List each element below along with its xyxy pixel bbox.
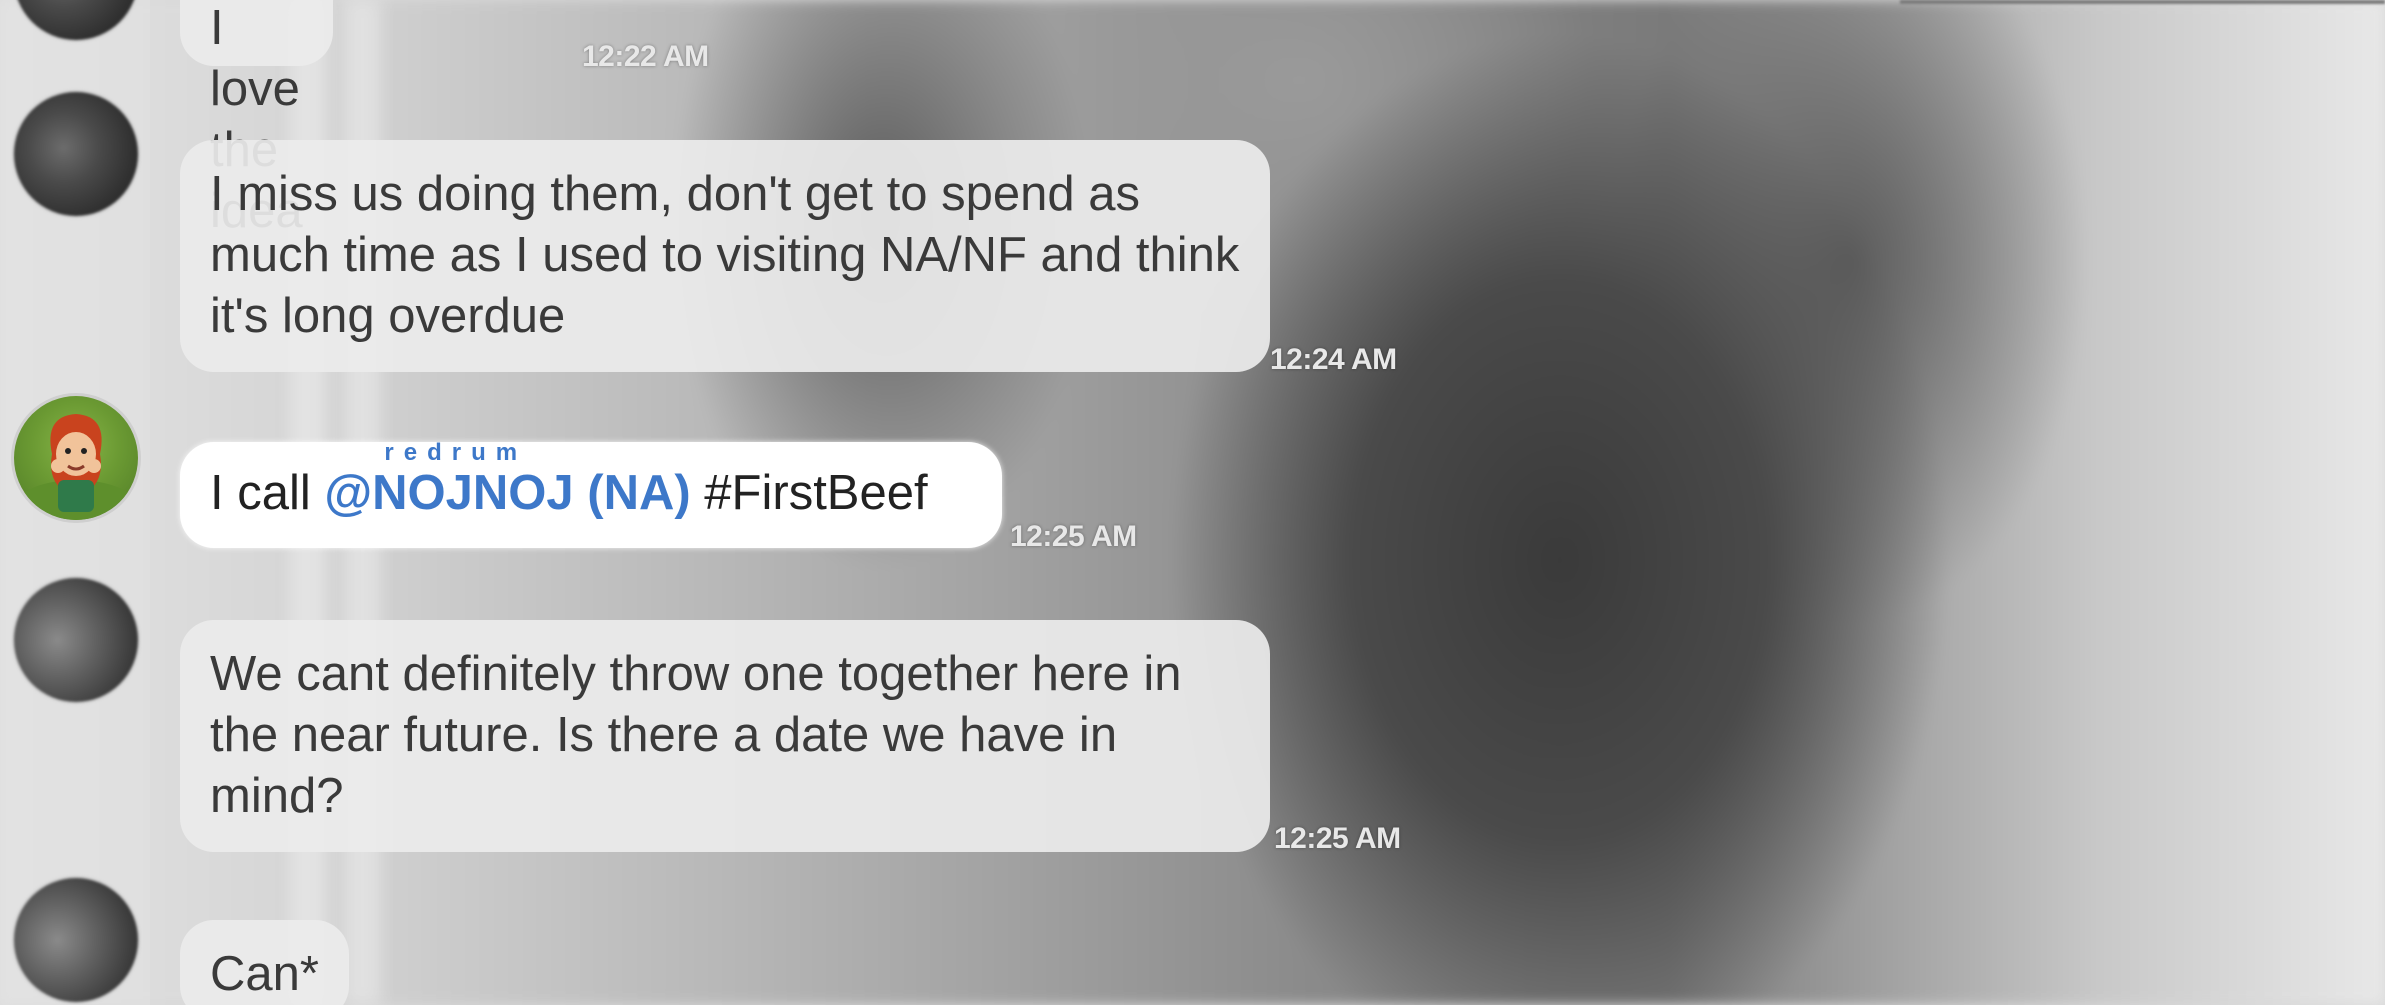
message-timestamp: 12:24 AM — [1270, 343, 1397, 376]
message-bubble[interactable]: I miss us doing them, don't get to spend… — [180, 140, 1270, 372]
user-avatar-icon[interactable] — [14, 578, 138, 702]
top-divider — [1900, 0, 2385, 4]
message-bubble[interactable]: We cant definitely throw one together he… — [180, 620, 1270, 852]
message-prefix: I call — [210, 466, 325, 520]
message-timestamp: 12:25 AM — [1274, 822, 1401, 855]
message-bubble[interactable]: Can* — [180, 920, 349, 1005]
message-bubble-highlighted[interactable]: I call redrum @NOJNOJ (NA) #FirstBeef — [180, 441, 1002, 548]
user-avatar-icon[interactable] — [14, 878, 138, 1002]
user-avatar-icon[interactable] — [14, 92, 138, 216]
message-bubble[interactable]: I love the idea — [180, 0, 333, 238]
message-text: Can* — [210, 947, 319, 1001]
mention-username: redrum — [384, 439, 528, 466]
message-text: We cant definitely throw one together he… — [210, 647, 1182, 823]
message-text: I miss us doing them, don't get to spend… — [210, 167, 1240, 343]
hashtag[interactable]: #FirstBeef — [691, 466, 927, 520]
mention-text: @NOJNOJ (NA) — [324, 466, 691, 520]
user-mention[interactable]: redrum @NOJNOJ (NA) — [324, 441, 691, 524]
character-icon — [16, 414, 136, 520]
message-timestamp: 12:25 AM — [1010, 520, 1137, 553]
message-timestamp: 12:22 AM — [582, 40, 709, 73]
clash-character-avatar-icon[interactable] — [14, 396, 138, 520]
